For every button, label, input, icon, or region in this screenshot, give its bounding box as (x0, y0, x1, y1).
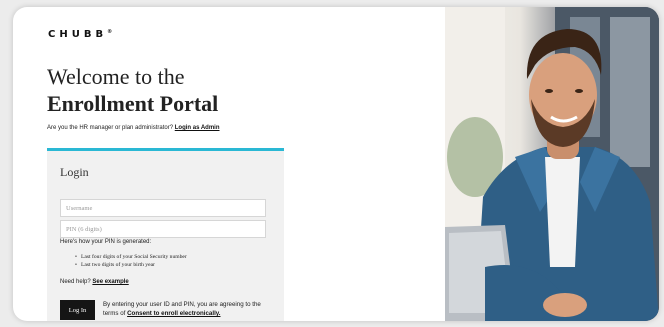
see-example-link[interactable]: See example (92, 279, 128, 285)
consent-text: By entering your user ID and PIN, you ar… (103, 300, 273, 318)
page-frame: CHUBB® Welcome to the Enrollment Portal … (13, 7, 659, 321)
man-with-laptop-photo-icon (445, 7, 659, 321)
consent-link[interactable]: Consent to enroll electronically. (127, 310, 220, 317)
admin-prompt: Are you the HR manager or plan administr… (47, 125, 220, 131)
help-line: Need help? See example (60, 279, 129, 285)
chubb-logo: CHUBB® (48, 29, 113, 40)
hero-photo (445, 7, 659, 321)
admin-prompt-text: Are you the HR manager or plan administr… (47, 125, 174, 131)
login-as-admin-link[interactable]: Login as Admin (175, 125, 220, 131)
pin-rules-list: Last four digits of your Social Security… (75, 253, 187, 269)
pin-input[interactable] (60, 220, 266, 238)
page-title-line2: Enrollment Portal (47, 91, 219, 116)
username-input[interactable] (60, 199, 266, 217)
help-prompt: Need help? (60, 279, 91, 285)
page-title-line1: Welcome to the (47, 64, 185, 89)
login-title: Login (60, 165, 89, 179)
login-button[interactable]: Log In (60, 300, 95, 320)
pin-rule-item: Last two digits of your birth year (75, 261, 187, 269)
pin-note: Here's how your PIN is generated: (60, 239, 152, 245)
left-panel: CHUBB® Welcome to the Enrollment Portal … (13, 7, 445, 321)
login-card: Login Here's how your PIN is generated: … (47, 148, 284, 321)
pin-rule-item: Last four digits of your Social Security… (75, 253, 187, 261)
